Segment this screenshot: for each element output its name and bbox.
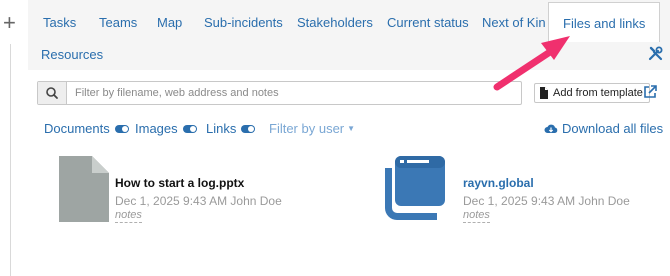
rail-divider [10, 44, 11, 276]
search-input[interactable] [67, 82, 517, 104]
resources-link[interactable]: Resources [41, 47, 103, 62]
links-toggle[interactable] [241, 124, 256, 133]
images-filter-label: Images [135, 121, 178, 136]
sub-nav-bar [28, 42, 670, 70]
links-filter[interactable]: Links [206, 121, 256, 136]
download-all-files-label: Download all files [562, 121, 664, 136]
documents-filter[interactable]: Documents [44, 121, 129, 136]
add-from-template-button[interactable]: Add from template [534, 83, 650, 103]
tab-stakeholders[interactable]: Stakeholders [297, 0, 373, 42]
file-name[interactable]: How to start a log.pptx [115, 176, 244, 190]
tab-map[interactable]: Map [157, 0, 182, 42]
tab-teams[interactable]: Teams [99, 0, 137, 42]
file-card[interactable]: rayvn.global Dec 1, 2025 9:43 AM John Do… [381, 152, 641, 224]
search-button[interactable] [38, 82, 67, 104]
add-icon[interactable]: + [3, 12, 16, 34]
left-rail: + [0, 0, 24, 276]
tab-tasks[interactable]: Tasks [43, 0, 76, 42]
documents-filter-label: Documents [44, 121, 110, 136]
add-from-template-label: Add from template [553, 87, 643, 99]
file-notes[interactable]: notes [463, 209, 490, 223]
tab-next-of-kin[interactable]: Next of Kin [482, 0, 546, 42]
cloud-download-icon [544, 124, 558, 133]
web-link-icon [385, 156, 445, 220]
images-filter[interactable]: Images [135, 121, 197, 136]
download-all-files-button[interactable]: Download all files [544, 121, 663, 136]
link-name[interactable]: rayvn.global [463, 176, 534, 190]
images-toggle[interactable] [182, 124, 197, 133]
document-icon [540, 87, 548, 99]
links-filter-label: Links [206, 121, 237, 136]
tab-files-and-links[interactable]: Files and links [548, 2, 661, 47]
filter-by-user-label: Filter by user [269, 121, 345, 136]
search-box [37, 81, 522, 105]
search-icon [46, 87, 58, 99]
external-link-icon[interactable] [643, 85, 657, 99]
file-notes[interactable]: notes [115, 209, 142, 223]
file-meta: Dec 1, 2025 9:43 AM John Doe [115, 194, 282, 208]
documents-toggle[interactable] [114, 124, 129, 133]
tab-current-status[interactable]: Current status [387, 0, 469, 42]
file-meta: Dec 1, 2025 9:43 AM John Doe [463, 194, 630, 208]
filter-by-user-dropdown[interactable]: Filter by user ▼ [269, 121, 355, 136]
document-icon [59, 156, 109, 222]
tools-icon[interactable] [648, 46, 664, 62]
chevron-down-icon: ▼ [347, 124, 356, 133]
file-card[interactable]: How to start a log.pptx Dec 1, 2025 9:43… [58, 152, 308, 224]
tab-sub-incidents[interactable]: Sub-incidents [204, 0, 283, 42]
